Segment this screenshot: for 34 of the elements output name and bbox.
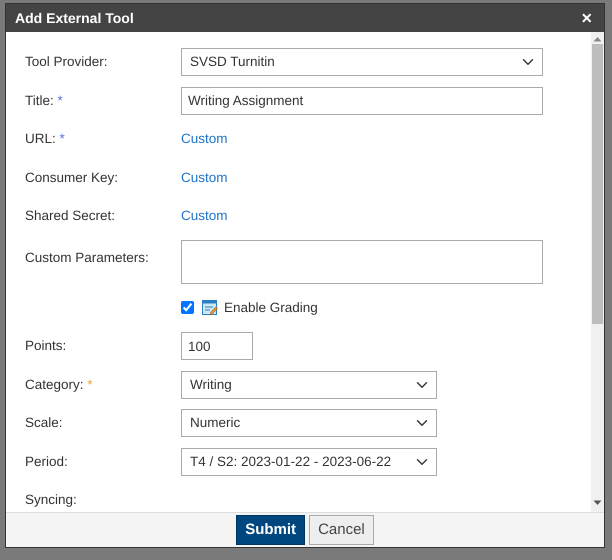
required-mark: *	[58, 92, 63, 108]
field-label: Shared Secret:	[25, 208, 116, 224]
custom-link[interactable]: Custom	[181, 206, 228, 226]
dropdown[interactable]: Numeric	[181, 409, 437, 438]
field-label: Points:	[25, 338, 66, 354]
close-button[interactable]: ×	[579, 9, 594, 27]
field-label: Scale:	[25, 415, 63, 430]
field-label: Consumer Key:	[25, 170, 118, 185]
input-field[interactable]: Writing Assignment	[181, 86, 543, 115]
dropdown[interactable]: SVSD Turnitin	[181, 48, 543, 76]
field-label: Tool Provider:	[25, 54, 108, 70]
checkbox-label: Enable Grading	[224, 298, 318, 317]
field-label: Title:	[25, 92, 54, 108]
checkbox[interactable]	[181, 301, 194, 314]
field-label: Category:	[25, 376, 84, 392]
submit-button[interactable]: Submit	[236, 514, 306, 546]
custom-link[interactable]: Custom	[181, 129, 228, 150]
dropdown[interactable]: T4 / S2: 2023-01-22 - 2023-06-22	[181, 448, 437, 476]
input-field[interactable]: 100	[181, 332, 253, 360]
scrollbar[interactable]	[591, 32, 604, 512]
field-label: Period:	[25, 454, 68, 469]
field-label: Syncing:	[25, 492, 77, 508]
gradebook-icon	[202, 300, 218, 316]
dropdown[interactable]: Writing	[181, 370, 437, 399]
custom-link[interactable]: Custom	[181, 168, 228, 188]
scroll-up-icon[interactable]	[593, 36, 602, 42]
field-label: Custom Parameters:	[25, 250, 149, 264]
text-area[interactable]	[181, 240, 543, 284]
required-mark: *	[87, 376, 93, 392]
required-mark: *	[60, 131, 65, 146]
cancel-button[interactable]: Cancel	[309, 514, 374, 546]
scroll-down-icon[interactable]	[593, 500, 602, 506]
field-label: URL:	[25, 131, 56, 146]
dialog-title: Add External Tool	[15, 8, 134, 28]
